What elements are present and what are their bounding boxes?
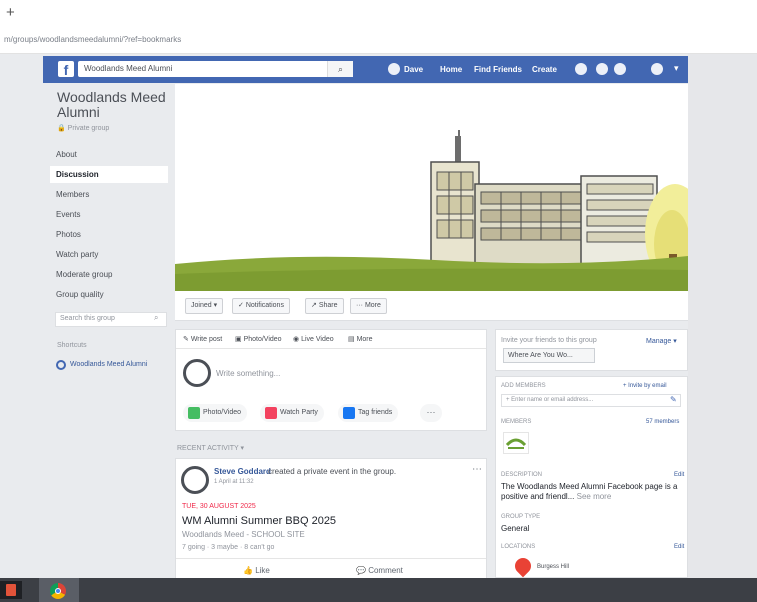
sidebar-item-about[interactable]: About [50, 146, 168, 163]
watch-party-icon [265, 407, 277, 419]
where-are-you-button[interactable]: Where Are You Wo... [503, 348, 595, 363]
composer-divider [176, 348, 486, 349]
post-author-name[interactable]: Steve Goddard [214, 467, 271, 476]
nav-find-friends[interactable]: Find Friends [474, 65, 522, 74]
user-avatar [183, 359, 211, 387]
search-icon[interactable]: ⌕ [327, 61, 353, 77]
os-taskbar [0, 578, 757, 602]
notifications-icon[interactable] [614, 63, 626, 75]
watch-party-button[interactable]: Watch Party [260, 404, 324, 422]
event-date: TUE, 30 AUGUST 2025 [182, 503, 256, 510]
add-members-heading: ADD MEMBERS [501, 383, 546, 389]
nav-home[interactable]: Home [440, 65, 462, 74]
group-search-placeholder[interactable]: Search this group [60, 315, 115, 322]
joined-button[interactable]: Joined ▾ [185, 298, 224, 314]
shortcuts-heading: Shortcuts [57, 342, 87, 349]
photo-icon [188, 407, 200, 419]
photo-video-button[interactable]: Photo/Video [183, 404, 248, 422]
sidebar-item-photos[interactable]: Photos [50, 226, 168, 243]
composer-input[interactable]: Write something... [216, 369, 280, 378]
group-type-value: General [501, 524, 530, 533]
facebook-logo[interactable]: f [58, 61, 74, 78]
post-timestamp[interactable]: 1 April at 11:32 [214, 479, 254, 485]
tab-live-video[interactable]: ◉ Live Video [293, 335, 334, 343]
messenger-icon[interactable] [596, 63, 608, 75]
recent-activity-heading[interactable]: RECENT ACTIVITY ▾ [177, 444, 244, 452]
locations-heading: LOCATIONS [501, 544, 536, 550]
like-icon: 👍 [243, 566, 253, 575]
group-cover-photo[interactable] [175, 84, 688, 291]
nav-create[interactable]: Create [532, 65, 557, 74]
comment-button[interactable]: 💬 Comment [356, 566, 403, 575]
sidebar-item-watch-party[interactable]: Watch party [50, 246, 168, 263]
event-stats: 7 going · 3 maybe · 8 can't go [182, 544, 275, 551]
group-type-heading: GROUP TYPE [501, 514, 541, 520]
group-type-label: 🔒 Private group [57, 125, 110, 132]
members-heading: MEMBERS [501, 419, 532, 425]
cover-illustration [175, 84, 688, 291]
right-gutter [688, 54, 757, 578]
group-shortcut-icon [56, 360, 66, 370]
shortcut-item[interactable]: Woodlands Meed Alumni [70, 361, 147, 368]
description-heading: DESCRIPTION [501, 472, 543, 478]
share-button[interactable]: ↗ Share [305, 298, 344, 314]
locations-edit-link[interactable]: Edit [674, 544, 684, 550]
members-count-link[interactable]: 57 members [646, 419, 679, 425]
sidebar-item-events[interactable]: Events [50, 206, 168, 223]
search-input-value[interactable]: Woodlands Meed Alumni [84, 64, 172, 73]
tag-icon [343, 407, 355, 419]
friend-requests-icon[interactable] [575, 63, 587, 75]
taskbar-app-icon[interactable] [0, 581, 22, 599]
description-edit-link[interactable]: Edit [674, 472, 684, 478]
event-location: Woodlands Meed - SCHOOL SITE [182, 530, 305, 539]
help-icon[interactable] [651, 63, 663, 75]
add-members-input[interactable]: + Enter name or email address... [501, 394, 681, 407]
sidebar-item-members[interactable]: Members [50, 186, 168, 203]
event-title[interactable]: WM Alumni Summer BBQ 2025 [182, 515, 336, 527]
sidebar-item-group-quality[interactable]: Group quality [50, 286, 168, 303]
pencil-icon[interactable]: ✎ [670, 395, 677, 404]
tag-friends-button[interactable]: Tag friends [338, 404, 399, 422]
notifications-button[interactable]: ✓ Notifications [232, 298, 290, 314]
group-description: The Woodlands Meed Alumni Facebook page … [501, 482, 678, 501]
new-tab-button[interactable]: + [6, 4, 15, 21]
browser-tabstrip [0, 0, 757, 28]
comment-icon: 💬 [356, 566, 366, 575]
manage-link[interactable]: Manage ▾ [646, 337, 677, 345]
group-title[interactable]: Woodlands Meed Alumni [57, 90, 167, 120]
group-search-icon[interactable]: ⌕ [154, 313, 158, 323]
post-action-text: created a private event in the group. [268, 467, 397, 476]
account-menu-chevron-icon[interactable]: ▾ [674, 63, 679, 74]
post-author-avatar[interactable] [181, 466, 209, 494]
chrome-icon-center [55, 588, 61, 594]
invite-hint: Invite your friends to this group [501, 337, 597, 344]
more-button[interactable]: ··· More [350, 298, 387, 314]
profile-avatar[interactable] [388, 63, 400, 75]
like-button[interactable]: 👍 Like [243, 566, 270, 575]
sidebar-item-moderate-group[interactable]: Moderate group [50, 266, 168, 283]
invite-by-email-link[interactable]: + Invite by email [623, 383, 667, 389]
see-more-link[interactable]: See more [577, 492, 612, 501]
member-logo [505, 438, 527, 449]
tab-more[interactable]: ▤ More [348, 335, 373, 343]
composer-more-button[interactable]: ··· [420, 404, 442, 422]
tab-write-post[interactable]: ✎ Write post [183, 335, 222, 343]
address-bar-url[interactable]: m/groups/woodlandsmeedalumni/?ref=bookma… [4, 35, 181, 44]
member-avatar[interactable] [503, 432, 529, 454]
location-name[interactable]: Burgess Hill [537, 564, 569, 570]
nav-profile[interactable]: Dave [404, 65, 423, 74]
post-divider [176, 558, 486, 559]
sidebar-item-discussion[interactable]: Discussion [50, 166, 168, 183]
tab-photo-video[interactable]: ▣ Photo/Video [235, 335, 282, 343]
post-options-icon[interactable]: ⋯ [472, 464, 482, 475]
